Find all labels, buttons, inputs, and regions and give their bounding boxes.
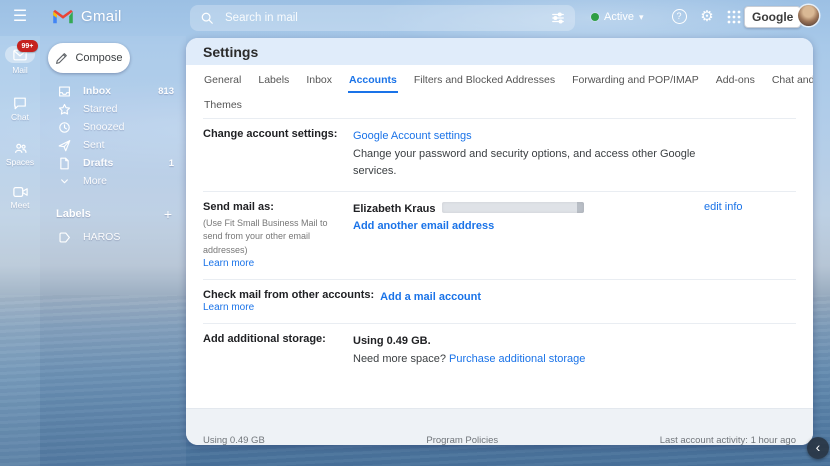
profile-avatar[interactable] xyxy=(798,5,819,26)
section-label: Check mail from other accounts: xyxy=(203,289,375,302)
section-label: Add additional storage: xyxy=(203,333,326,346)
chevron-down-icon: ▾ xyxy=(638,11,644,22)
tab-filters[interactable]: Filters and Blocked Addresses xyxy=(413,68,556,93)
google-watermark: Google xyxy=(744,6,802,28)
app-rail: 99+ Mail Chat Spaces Meet xyxy=(0,36,40,466)
add-mail-account-link[interactable]: Add a mail account xyxy=(380,291,481,303)
tab-inbox[interactable]: Inbox xyxy=(305,68,333,93)
active-status-dot xyxy=(591,13,599,21)
sender-name: Elizabeth Kraus xyxy=(353,202,436,215)
mail-sidebar: Compose Inbox 813 Starred Snoozed Sent D… xyxy=(40,36,186,466)
tab-chat-and-meet[interactable]: Chat and Meet xyxy=(771,68,813,93)
inbox-icon xyxy=(59,85,70,97)
google-account-settings-link[interactable]: Google Account settings xyxy=(353,130,472,142)
last-account-activity: Last account activity: 1 hour ago xyxy=(659,435,796,445)
section-check-mail: Check mail from other accounts: Learn mo… xyxy=(203,279,796,323)
mail-unread-badge: 99+ xyxy=(17,40,38,52)
settings-tabs: General Labels Inbox Accounts Filters an… xyxy=(186,65,813,118)
send-mail-as-hint: (Use Fit Small Business Mail to send fro… xyxy=(203,217,328,255)
account-settings-description: Change your password and security option… xyxy=(353,147,696,178)
settings-footer: Using 0.49 GB Program Policies Powered b… xyxy=(186,408,813,445)
previous-arrow-button[interactable]: ‹ xyxy=(807,437,829,459)
compose-button[interactable]: Compose xyxy=(48,43,130,73)
sidebar-item-sent[interactable]: Sent xyxy=(40,136,186,154)
gmail-wordmark: Gmail xyxy=(81,8,122,25)
snoozed-clock-icon xyxy=(59,121,70,133)
add-another-email-link[interactable]: Add another email address xyxy=(353,220,494,232)
search-bar[interactable] xyxy=(190,5,575,31)
tab-labels[interactable]: Labels xyxy=(257,68,290,93)
settings-panel: Settings General Labels Inbox Accounts F… xyxy=(186,38,813,445)
sidebar-item-snoozed[interactable]: Snoozed xyxy=(40,118,186,136)
labels-header: Labels + xyxy=(56,206,172,222)
storage-prompt: Need more space? xyxy=(353,352,446,365)
status-label: Active xyxy=(604,11,634,23)
rail-item-meet[interactable]: Meet xyxy=(0,186,40,210)
learn-more-link[interactable]: Learn more xyxy=(203,302,254,313)
purchase-storage-link[interactable]: Purchase additional storage xyxy=(449,353,585,365)
sidebar-nav: Inbox 813 Starred Snoozed Sent Drafts 1 … xyxy=(40,82,186,246)
create-label-icon[interactable]: + xyxy=(164,206,172,222)
help-icon[interactable]: ? xyxy=(670,8,688,26)
drafts-count: 1 xyxy=(168,157,174,169)
chat-icon xyxy=(14,97,26,110)
section-add-storage: Add additional storage: Using 0.49 GB. N… xyxy=(203,323,796,408)
apps-grid-icon[interactable] xyxy=(727,10,745,28)
storage-usage: Using 0.49 GB. xyxy=(353,335,431,348)
search-options-icon[interactable] xyxy=(551,11,565,25)
sidebar-item-more[interactable]: More xyxy=(40,172,186,190)
inbox-count: 813 xyxy=(158,85,174,97)
search-icon xyxy=(201,12,213,24)
footer-storage-usage: Using 0.49 GB xyxy=(203,435,265,445)
learn-more-link[interactable]: Learn more xyxy=(203,258,254,269)
section-label: Send mail as: xyxy=(203,200,274,213)
chevron-down-icon xyxy=(61,178,68,183)
label-tag-icon xyxy=(59,231,70,243)
sidebar-item-starred[interactable]: Starred xyxy=(40,100,186,118)
rail-item-spaces[interactable]: Spaces xyxy=(0,141,40,167)
section-label: Change account settings: xyxy=(203,128,338,140)
gmail-logo: Gmail xyxy=(52,8,122,25)
gmail-app: ☰ Gmail Active ▾ ? ⚙ Google xyxy=(0,0,830,466)
section-change-account-settings: Change account settings: Google Account … xyxy=(203,118,796,191)
rail-item-chat[interactable]: Chat xyxy=(0,96,40,122)
compose-pencil-icon xyxy=(56,52,68,64)
settings-sections: Change account settings: Google Account … xyxy=(186,118,813,408)
tab-forwarding[interactable]: Forwarding and POP/IMAP xyxy=(571,68,700,93)
rail-item-mail[interactable]: 99+ Mail xyxy=(0,40,40,75)
sent-icon xyxy=(58,139,71,151)
tab-general[interactable]: General xyxy=(203,68,242,93)
draft-file-icon xyxy=(60,157,69,169)
star-icon xyxy=(58,103,71,115)
tab-addons[interactable]: Add-ons xyxy=(715,68,756,93)
settings-gear-icon[interactable]: ⚙ xyxy=(698,8,716,26)
page-title: Settings xyxy=(186,38,813,65)
section-send-mail-as: Send mail as: (Use Fit Small Business Ma… xyxy=(203,190,796,280)
tab-accounts[interactable]: Accounts xyxy=(348,68,398,93)
search-input[interactable] xyxy=(223,11,551,25)
program-policies-link[interactable]: Program Policies xyxy=(421,433,504,445)
redacted-email-address xyxy=(441,201,584,213)
sidebar-item-drafts[interactable]: Drafts 1 xyxy=(40,154,186,172)
tab-themes[interactable]: Themes xyxy=(203,93,243,118)
edit-info-link[interactable]: edit info xyxy=(704,201,743,213)
meet-camera-icon xyxy=(12,186,28,198)
sidebar-label-haros[interactable]: HAROS xyxy=(40,228,186,246)
hamburger-menu-icon[interactable]: ☰ xyxy=(11,8,29,26)
sidebar-item-inbox[interactable]: Inbox 813 xyxy=(40,82,186,100)
availability-status[interactable]: Active ▾ xyxy=(591,11,644,23)
chevron-left-icon: ‹ xyxy=(815,439,821,455)
compose-label: Compose xyxy=(75,52,123,64)
spaces-icon xyxy=(14,143,27,153)
gmail-m-icon xyxy=(53,9,73,23)
